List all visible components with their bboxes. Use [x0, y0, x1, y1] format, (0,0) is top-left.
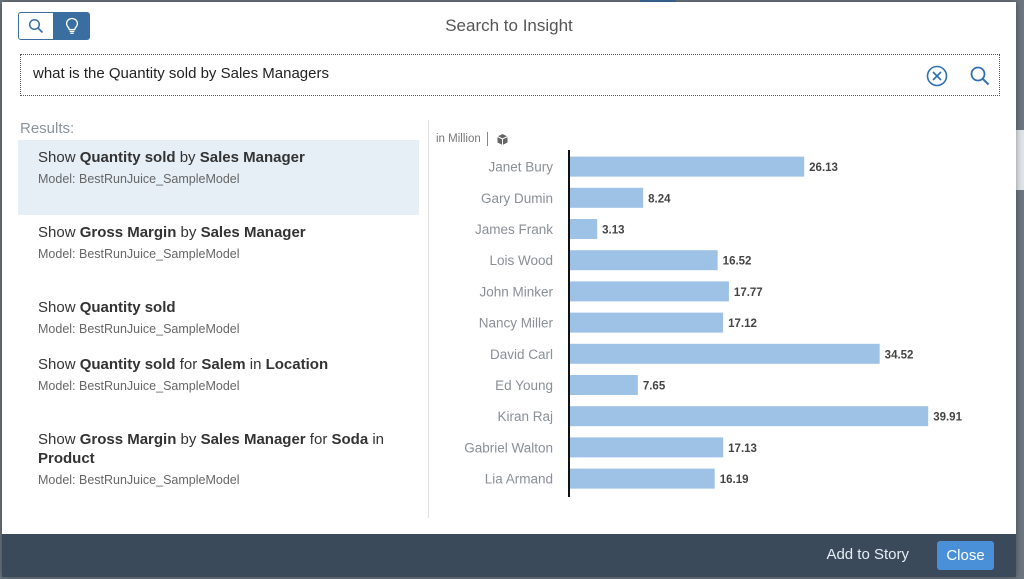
result-keyword: Location [265, 356, 329, 373]
result-item[interactable]: Show Gross Margin by Sales Manager for S… [18, 422, 419, 497]
category-label: Nancy Miller [479, 316, 554, 331]
result-text: Show [38, 299, 80, 316]
category-label: Gary Dumin [481, 191, 553, 206]
result-keyword: Quantity sold [79, 356, 176, 373]
category-label: Lois Wood [489, 253, 553, 268]
chart-unit-label: in Million [436, 133, 481, 145]
category-label: Ed Young [495, 378, 553, 393]
data-label: 17.13 [728, 443, 757, 455]
bar[interactable] [569, 343, 880, 364]
result-title: Show Gross Margin by Sales Manager for S… [38, 430, 408, 468]
add-to-story-button[interactable]: Add to Story [826, 546, 909, 563]
bar[interactable] [569, 281, 729, 302]
category-label: David Carl [490, 347, 553, 362]
background-panel [1016, 130, 1024, 190]
data-label: 26.13 [809, 162, 838, 174]
result-text: Show [38, 224, 80, 241]
result-item[interactable]: Show Quantity sold for Salem in Location… [18, 347, 419, 422]
result-keyword: Gross Margin [79, 431, 177, 448]
search-submit-button[interactable] [968, 64, 992, 88]
result-item[interactable]: Show Quantity sold Model: BestRunJuice_Sa… [18, 290, 419, 347]
data-label: 34.52 [885, 349, 914, 361]
results-label: Results: [20, 120, 75, 137]
bar[interactable] [569, 375, 638, 395]
category-label: Lia Armand [485, 472, 553, 487]
category-label: Janet Bury [488, 160, 553, 175]
result-model: Model: BestRunJuice_SampleModel [38, 247, 240, 261]
bar[interactable] [569, 187, 644, 208]
data-label: 17.77 [734, 287, 763, 299]
clear-search-button[interactable] [925, 64, 949, 88]
model-cube-icon[interactable] [496, 133, 509, 146]
data-label: 8.24 [648, 193, 671, 205]
category-label: Kiran Raj [497, 409, 553, 424]
result-title: Show Quantity sold by Sales Manager [38, 148, 408, 167]
result-keyword: Quantity sold [79, 299, 176, 316]
data-label: 39.91 [933, 412, 962, 424]
result-text: Show [38, 149, 80, 166]
dialog-footer: Add to Story Close [2, 534, 1016, 577]
category-label: James Frank [475, 222, 553, 237]
search-input[interactable] [33, 65, 893, 82]
result-text: in [368, 431, 385, 448]
bar[interactable] [569, 468, 715, 489]
result-keyword: Sales Manager [200, 224, 306, 241]
result-keyword: Quantity sold [79, 149, 176, 166]
result-item[interactable]: Show Gross Margin by Sales Manager Model:… [18, 215, 419, 290]
bar[interactable] [569, 437, 724, 458]
result-model: Model: BestRunJuice_SampleModel [38, 322, 240, 336]
result-text: Show [38, 431, 80, 448]
result-title: Show Quantity sold [38, 298, 408, 317]
result-text: for [305, 431, 332, 448]
result-text: by [176, 224, 201, 241]
result-keyword: Product [38, 450, 95, 467]
result-keyword: Sales Manager [199, 149, 305, 166]
result-model: Model: BestRunJuice_SampleModel [38, 379, 240, 393]
search-box [20, 54, 1000, 96]
data-label: 16.19 [720, 474, 749, 486]
close-button[interactable]: Close [937, 541, 994, 570]
chart-unit-bar: in Million [436, 132, 509, 146]
result-text: Show [38, 356, 80, 373]
result-keyword: Sales Manager [200, 431, 306, 448]
search-icon [970, 66, 990, 86]
search-to-insight-dialog: Search to Insight Results: Show Quantity… [2, 2, 1016, 577]
bar[interactable] [569, 250, 718, 271]
data-label: 7.65 [643, 381, 666, 393]
result-keyword: Soda [331, 431, 369, 448]
result-item[interactable]: Show Quantity sold by Sales Manager Model… [18, 140, 419, 215]
dialog-title: Search to Insight [445, 16, 573, 35]
data-label: 3.13 [602, 225, 624, 237]
result-keyword: Salem [201, 356, 246, 373]
result-text: in [245, 356, 266, 373]
dialog-header: Search to Insight [2, 2, 1016, 48]
result-model: Model: BestRunJuice_SampleModel [38, 172, 240, 186]
result-text: by [175, 149, 200, 166]
bar[interactable] [569, 219, 598, 239]
bar-chart: Janet Bury 26.13 Gary Dumin 8.24 James Frank… [464, 150, 963, 497]
unit-separator [486, 132, 488, 146]
result-keyword: Gross Margin [79, 224, 177, 241]
panel-divider [428, 120, 429, 518]
result-model: Model: BestRunJuice_SampleModel [38, 473, 240, 487]
result-text: for [175, 356, 202, 373]
result-title: Show Quantity sold for Salem in Location [38, 355, 408, 374]
result-title: Show Gross Margin by Sales Manager [38, 223, 408, 242]
category-label: Gabriel Walton [464, 440, 553, 455]
category-label: John Minker [479, 284, 553, 299]
clear-icon [926, 65, 948, 87]
bar[interactable] [569, 406, 929, 427]
data-label: 17.12 [728, 318, 757, 330]
result-text: by [176, 431, 201, 448]
data-label: 16.52 [723, 256, 752, 268]
bar[interactable] [569, 156, 805, 177]
bar[interactable] [569, 312, 724, 333]
